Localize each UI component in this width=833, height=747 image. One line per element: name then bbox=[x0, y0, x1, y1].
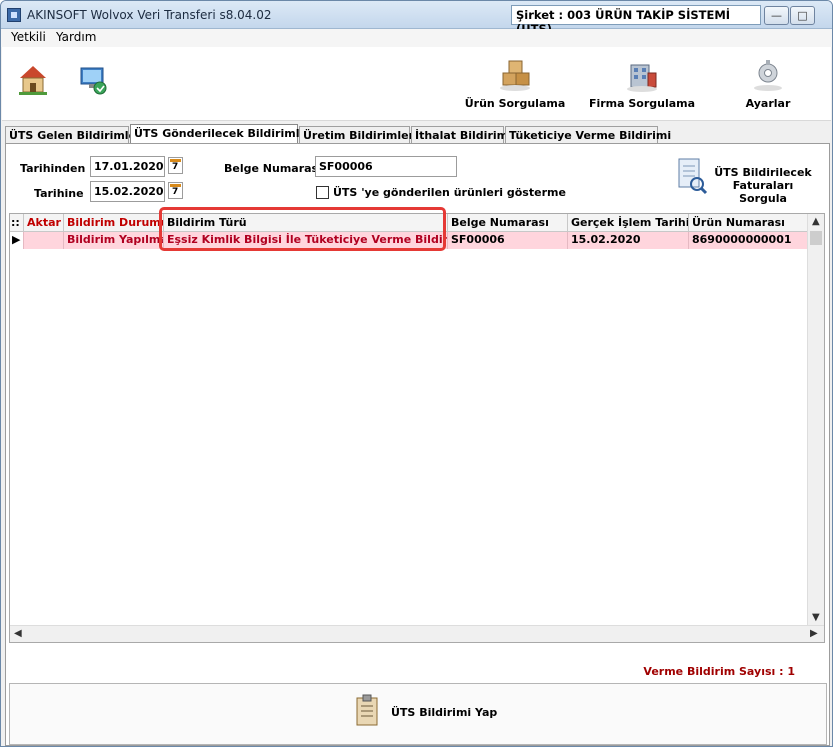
tab-ithalat[interactable]: İthalat Bildirimi bbox=[411, 126, 512, 143]
title-bar: AKINSOFT Wolvox Veri Transferi s8.04.02 … bbox=[1, 1, 832, 36]
home-icon bbox=[19, 66, 47, 95]
urun-sorgulama-button[interactable]: Ürün Sorgulama bbox=[460, 51, 570, 115]
fatura-sorgula-line1: ÜTS Bildirilecek bbox=[714, 166, 812, 179]
maximize-button[interactable]: □ bbox=[790, 6, 815, 25]
row-indicator-icon: ▶ bbox=[10, 232, 24, 249]
company-field: Şirket : 003 ÜRÜN TAKİP SİSTEMİ (UTS) bbox=[511, 5, 761, 36]
verme-bildirim-sayisi: Verme Bildirim Sayısı : 1 bbox=[643, 665, 795, 678]
tarihinden-calendar-icon[interactable]: 7 bbox=[168, 157, 183, 174]
uts-gonderilen-label: ÜTS 'ye gönderilen ürünleri gösterme bbox=[333, 186, 566, 199]
col-gercek-islem-tarihi[interactable]: Gerçek İşlem Tarihi bbox=[568, 214, 689, 232]
toolbar: Ürün Sorgulama Firma Sorgulama Ayarlar bbox=[2, 47, 831, 121]
cell-bildirim-durumu[interactable]: Bildirim Yapılmadı bbox=[64, 232, 164, 249]
cell-aktar[interactable] bbox=[24, 232, 64, 249]
urun-sorgulama-label: Ürün Sorgulama bbox=[464, 97, 566, 110]
tab-strip: ÜTS Gelen Bildirimler ÜTS Gönderilecek B… bbox=[5, 124, 829, 143]
menu-yardim[interactable]: Yardım bbox=[56, 30, 96, 44]
app-window: AKINSOFT Wolvox Veri Transferi s8.04.02 … bbox=[0, 0, 833, 747]
col-belge-numarasi[interactable]: Belge Numarası bbox=[448, 214, 568, 232]
cell-urun-numarasi[interactable]: 8690000000001 bbox=[689, 232, 809, 249]
belge-numarasi-label: Belge Numarası bbox=[224, 162, 322, 175]
tab-uts-gelen[interactable]: ÜTS Gelen Bildirimler bbox=[5, 126, 141, 143]
belge-numarasi-input[interactable]: SF00006 bbox=[315, 156, 457, 177]
horizontal-scrollbar[interactable]: ◀ ▶ bbox=[10, 625, 824, 642]
cell-belge-numarasi[interactable]: SF00006 bbox=[448, 232, 568, 249]
tab-uts-gonderilecek[interactable]: ÜTS Gönderilecek Bildirimler bbox=[130, 124, 312, 143]
document-search-icon bbox=[678, 158, 708, 195]
uts-bildirimi-yap-button[interactable]: ÜTS Bildirimi Yap bbox=[355, 692, 505, 734]
vertical-scrollbar[interactable]: ▲ ▼ bbox=[807, 214, 824, 626]
tab-tuketiciye-verme[interactable]: Tüketiciye Verme Bildirimi bbox=[505, 126, 671, 143]
window-title: AKINSOFT Wolvox Veri Transferi s8.04.02 bbox=[27, 8, 272, 22]
product-boxes-icon bbox=[500, 60, 530, 91]
clipboard-icon bbox=[356, 694, 378, 726]
col-aktar[interactable]: Aktar bbox=[24, 214, 64, 232]
bildirim-turu-highlight bbox=[159, 207, 446, 251]
network-icon bbox=[80, 67, 107, 95]
scroll-down-icon[interactable]: ▼ bbox=[812, 612, 820, 623]
tarihine-input[interactable]: 15.02.2020 bbox=[90, 181, 165, 202]
col-urun-numarasi[interactable]: Ürün Numarası bbox=[689, 214, 809, 232]
cell-gercek-islem-tarihi[interactable]: 15.02.2020 bbox=[568, 232, 689, 249]
scroll-thumb[interactable] bbox=[810, 231, 822, 245]
connection-button[interactable] bbox=[78, 63, 112, 103]
tab-uretim[interactable]: Üretim Bildirimleri bbox=[299, 126, 418, 143]
tarihinden-input[interactable]: 17.01.2020 bbox=[90, 156, 165, 177]
firma-sorgulama-button[interactable]: Firma Sorgulama bbox=[586, 51, 698, 115]
minimize-button[interactable]: — bbox=[764, 6, 789, 25]
scroll-right-icon[interactable]: ▶ bbox=[810, 628, 818, 639]
uts-bildirimi-yap-label: ÜTS Bildirimi Yap bbox=[391, 706, 498, 719]
scroll-left-icon[interactable]: ◀ bbox=[14, 628, 22, 639]
ayarlar-button[interactable]: Ayarlar bbox=[732, 51, 804, 115]
tarihinden-label: Tarihinden bbox=[20, 162, 86, 175]
tarihine-calendar-icon[interactable]: 7 bbox=[168, 182, 183, 199]
uts-gonderilen-checkbox[interactable] bbox=[316, 186, 329, 199]
grid-corner: :: bbox=[10, 214, 24, 232]
home-button[interactable] bbox=[16, 63, 50, 103]
fatura-sorgula-button[interactable]: ÜTS Bildirilecek Faturaları Sorgula bbox=[676, 154, 816, 205]
calendar-day: 7 bbox=[172, 187, 179, 197]
calendar-day: 7 bbox=[172, 162, 179, 172]
ayarlar-label: Ayarlar bbox=[745, 97, 791, 110]
menu-bar: Yetkili Yardım bbox=[1, 29, 832, 47]
firma-sorgulama-label: Firma Sorgulama bbox=[588, 97, 696, 110]
fatura-sorgula-line2: Faturaları Sorgula bbox=[732, 179, 794, 205]
menu-yetkili[interactable]: Yetkili bbox=[11, 30, 46, 44]
tarihine-label: Tarihine bbox=[34, 187, 84, 200]
company-building-icon bbox=[627, 64, 657, 92]
scroll-up-icon[interactable]: ▲ bbox=[812, 216, 820, 227]
bildirim-grid: :: Aktar Bildirim Durumu Bildirim Türü B… bbox=[9, 213, 825, 643]
col-bildirim-durumu[interactable]: Bildirim Durumu bbox=[64, 214, 164, 232]
app-icon bbox=[7, 8, 21, 22]
action-bar: ÜTS Bildirimi Yap bbox=[9, 683, 827, 745]
settings-icon bbox=[754, 60, 782, 91]
